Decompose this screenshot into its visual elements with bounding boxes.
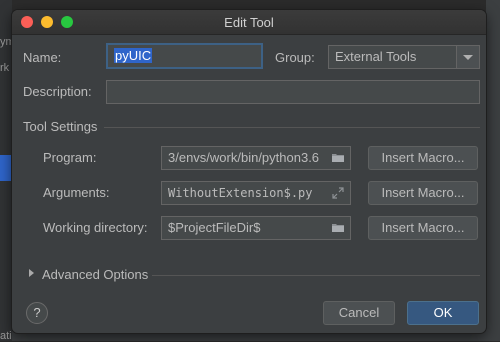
ide-sidebar-selection — [0, 155, 12, 181]
dialog-titlebar: Edit Tool — [12, 10, 486, 35]
ok-button[interactable]: OK — [407, 301, 479, 325]
expand-icon[interactable] — [332, 187, 344, 199]
group-select[interactable]: External Tools — [328, 45, 480, 69]
cancel-button[interactable]: Cancel — [323, 301, 395, 325]
advanced-options-toggle[interactable]: Advanced Options — [42, 267, 148, 282]
dialog-title: Edit Tool — [224, 15, 274, 30]
group-select-value: External Tools — [335, 49, 417, 64]
working-directory-label: Working directory: — [43, 220, 148, 235]
working-directory-insert-macro-button[interactable]: Insert Macro... — [368, 216, 478, 240]
ide-sidebar-text: rk — [0, 62, 10, 74]
working-directory-field-value: $ProjectFileDir$ — [168, 220, 261, 235]
arguments-insert-macro-button[interactable]: Insert Macro... — [368, 181, 478, 205]
name-field[interactable]: pyUIC — [106, 43, 263, 69]
arguments-field[interactable]: WithoutExtension$.py — [161, 181, 351, 205]
description-field[interactable] — [106, 80, 480, 104]
program-insert-macro-button[interactable]: Insert Macro... — [368, 146, 478, 170]
chevron-down-icon[interactable] — [456, 46, 479, 68]
group-label: Group: — [275, 50, 315, 65]
ide-right-background — [486, 0, 500, 341]
working-directory-field[interactable]: $ProjectFileDir$ — [161, 216, 351, 240]
arguments-field-value: WithoutExtension$.py — [168, 186, 313, 200]
program-field[interactable]: 3/envs/work/bin/python3.6 — [161, 146, 351, 170]
tool-settings-heading: Tool Settings — [23, 119, 98, 134]
chevron-right-icon[interactable] — [29, 269, 34, 277]
program-label: Program: — [43, 150, 97, 165]
edit-tool-dialog: Edit Tool Name: pyUIC Group: External To… — [12, 10, 486, 333]
section-divider — [104, 127, 480, 128]
name-field-value: pyUIC — [114, 48, 153, 63]
ide-sidebar-background: ym rk atic — [0, 0, 12, 342]
ide-sidebar-text: ym — [0, 36, 12, 48]
folder-icon[interactable] — [332, 153, 344, 162]
description-label: Description: — [23, 84, 92, 99]
program-field-value: 3/envs/work/bin/python3.6 — [168, 150, 320, 165]
name-label: Name: — [23, 50, 62, 65]
folder-icon[interactable] — [332, 223, 344, 232]
help-button[interactable]: ? — [26, 302, 48, 324]
section-divider — [152, 275, 480, 276]
ide-sidebar-text: atic — [0, 330, 12, 342]
arguments-label: Arguments: — [43, 185, 110, 200]
